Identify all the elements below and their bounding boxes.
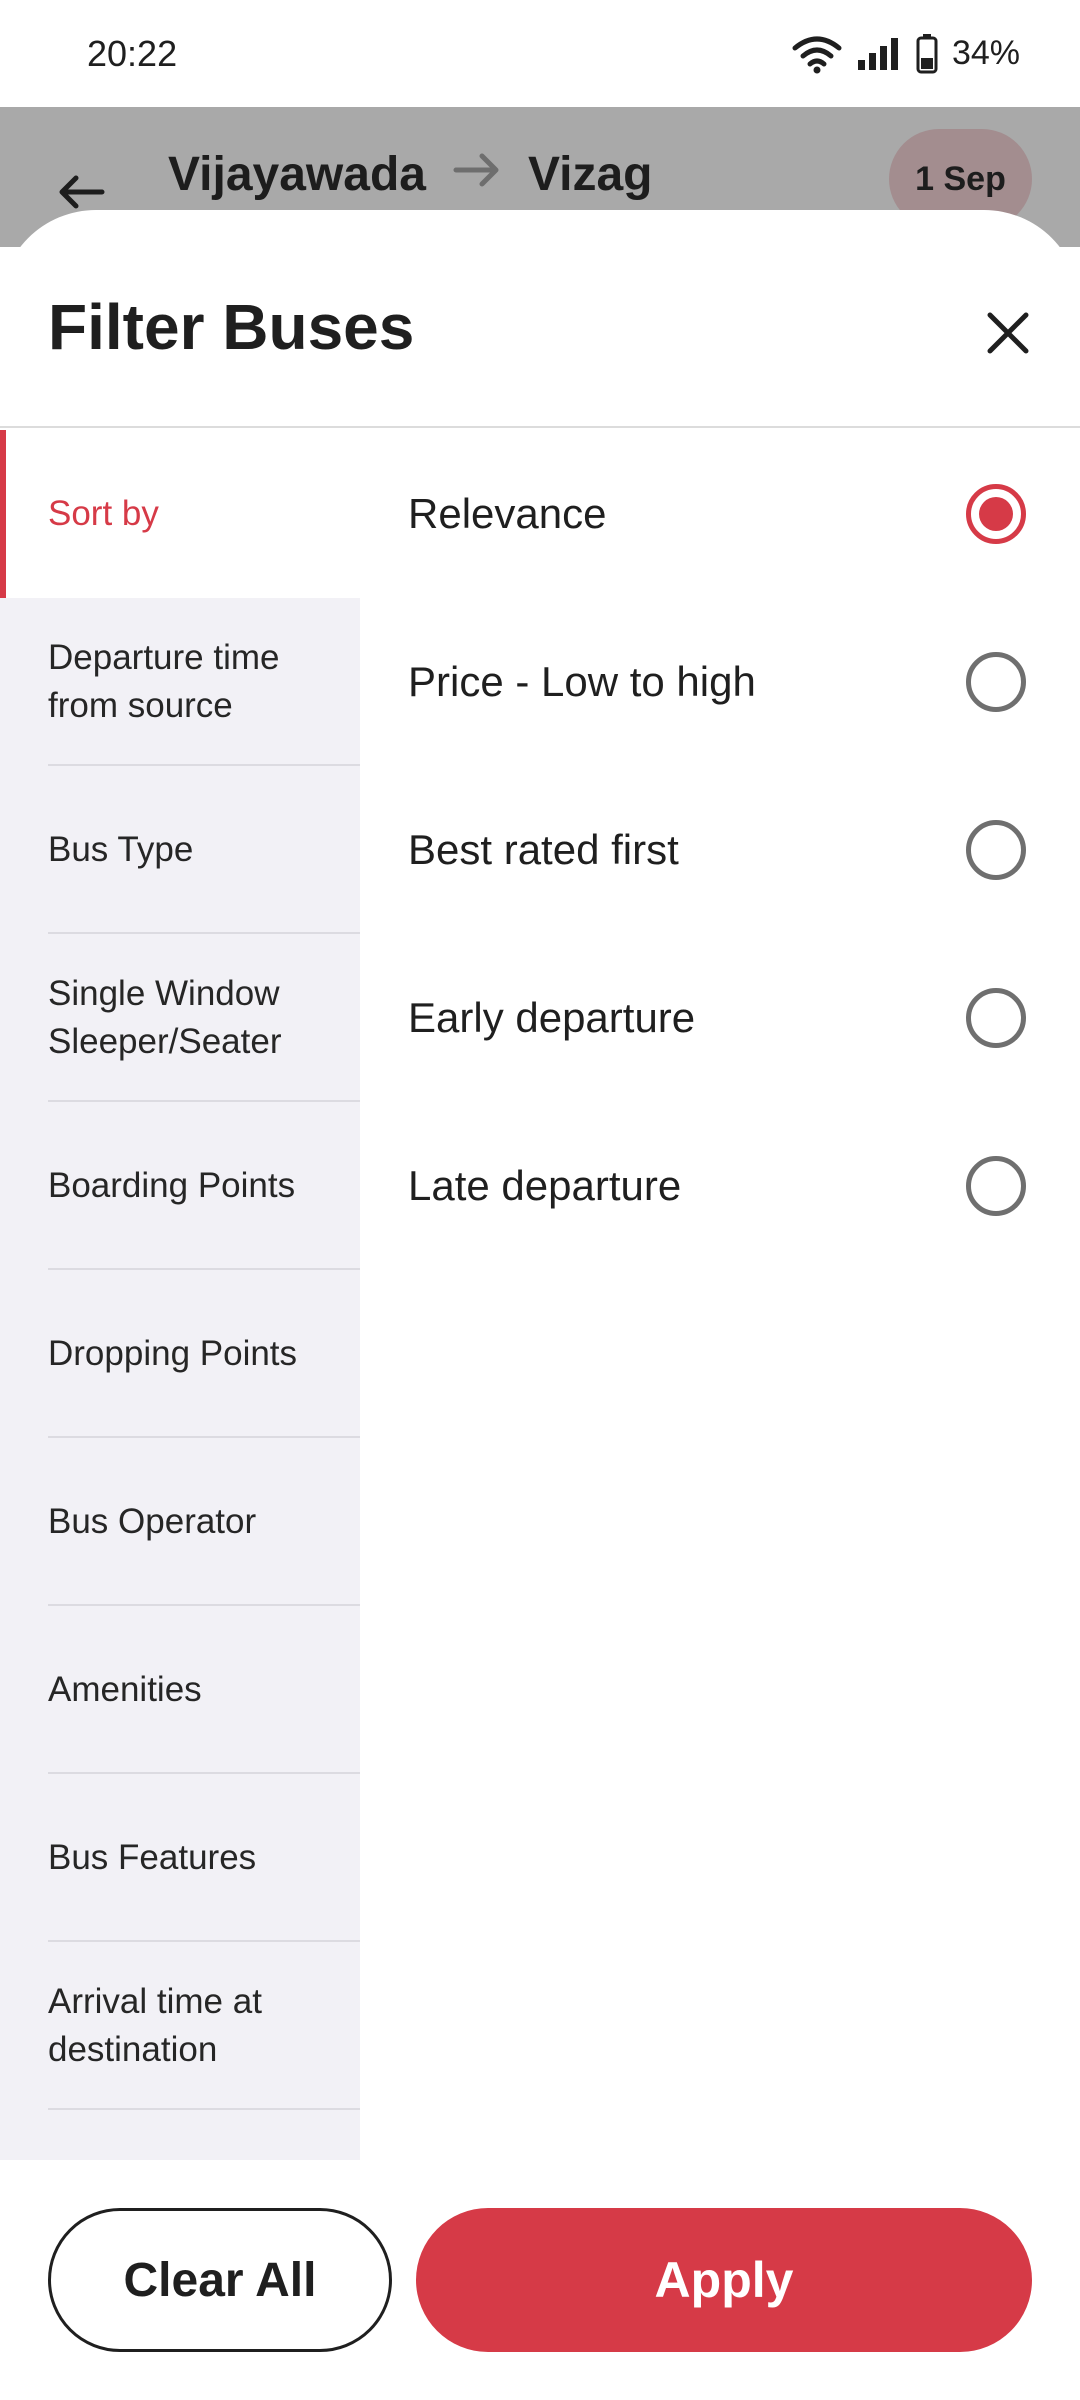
category-label: Boarding Points: [48, 1166, 296, 1205]
sort-option-best-rated[interactable]: Best rated first: [360, 766, 1080, 934]
radio-button[interactable]: [966, 988, 1026, 1048]
category-label: Amenities: [48, 1670, 202, 1709]
category-label: Departure time from source: [48, 638, 280, 725]
status-bar: 20:22 34%: [0, 0, 1080, 107]
category-single-window[interactable]: Single Window Sleeper/Seater: [0, 934, 360, 1102]
radio-button[interactable]: [966, 820, 1026, 880]
battery-percent: 34%: [951, 34, 1020, 72]
category-label: Bus Features: [48, 1838, 257, 1877]
arrow-right-icon: [452, 147, 502, 202]
sheet-header: Filter Buses: [0, 210, 1080, 428]
filter-sheet: Filter Buses Sort by Departure time from…: [0, 210, 1080, 2400]
sort-option-early-departure[interactable]: Early departure: [360, 934, 1080, 1102]
clear-all-button[interactable]: Clear All: [48, 2208, 392, 2352]
option-label: Price - Low to high: [408, 658, 756, 705]
category-boarding-points[interactable]: Boarding Points: [0, 1102, 360, 1270]
category-label: Sort by: [48, 494, 159, 533]
close-icon[interactable]: [975, 300, 1041, 366]
category-sort-by[interactable]: Sort by: [0, 430, 360, 598]
wifi-icon: [792, 34, 842, 74]
category-label: Single Window Sleeper/Seater: [48, 974, 282, 1061]
option-label: Late departure: [408, 1162, 682, 1209]
route: Vijayawada Vizag: [168, 147, 652, 202]
radio-button-selected[interactable]: [966, 484, 1026, 544]
sheet-title: Filter Buses: [48, 291, 415, 363]
status-icons: 34%: [792, 33, 1020, 74]
category-arrival-time[interactable]: Arrival time at destination: [0, 1942, 360, 2110]
category-label: Bus Operator: [48, 1502, 257, 1541]
sort-option-relevance[interactable]: Relevance: [360, 430, 1080, 598]
sort-option-late-departure[interactable]: Late departure: [360, 1102, 1080, 1270]
status-time: 20:22: [87, 32, 178, 74]
category-bus-type[interactable]: Bus Type: [0, 766, 360, 934]
filter-categories: Sort by Departure time from source Bus T…: [0, 430, 360, 2370]
radio-button[interactable]: [966, 1156, 1026, 1216]
category-label: Bus Type: [48, 830, 194, 869]
radio-button[interactable]: [966, 652, 1026, 712]
category-label: Arrival time at destination: [48, 1982, 262, 2069]
route-destination: Vizag: [527, 148, 653, 201]
category-departure-time[interactable]: Departure time from source: [0, 598, 360, 766]
category-dropping-points[interactable]: Dropping Points: [0, 1270, 360, 1438]
signal-icon: [856, 36, 902, 72]
option-label: Relevance: [408, 490, 607, 537]
sort-options: Relevance Price - Low to high Best rated…: [360, 430, 1080, 2370]
category-label: Dropping Points: [48, 1334, 298, 1373]
sheet-footer: Clear All Apply: [0, 2160, 1080, 2400]
category-bus-operator[interactable]: Bus Operator: [0, 1438, 360, 1606]
category-bus-features[interactable]: Bus Features: [0, 1774, 360, 1942]
route-origin: Vijayawada: [168, 148, 426, 201]
battery-icon: [916, 33, 938, 74]
sort-option-price-low-high[interactable]: Price - Low to high: [360, 598, 1080, 766]
option-label: Best rated first: [408, 826, 679, 873]
option-label: Early departure: [408, 994, 696, 1041]
filter-buses-screen: 20:22 34% Vijayawada Vizag 1 Sep Filter …: [0, 0, 1080, 2400]
apply-button[interactable]: Apply: [416, 2208, 1032, 2352]
category-amenities[interactable]: Amenities: [0, 1606, 360, 1774]
